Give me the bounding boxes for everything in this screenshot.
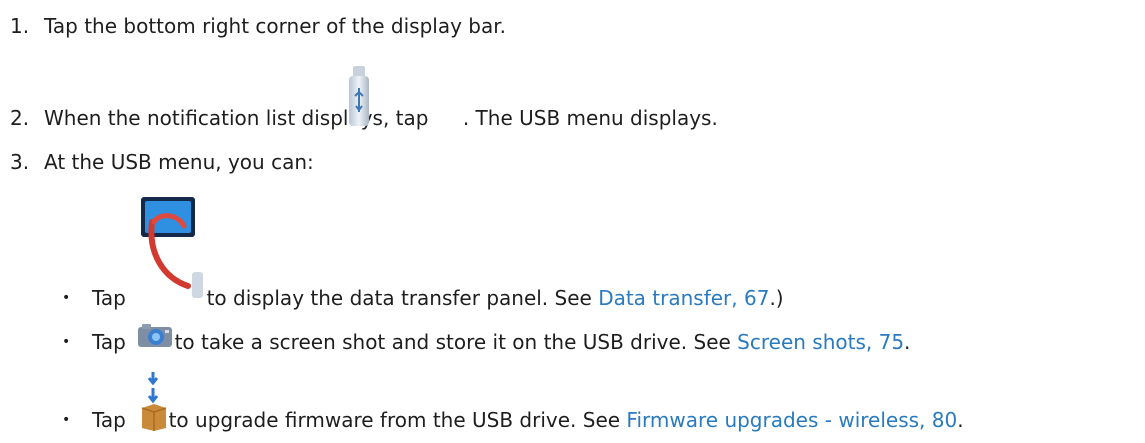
step-number: 2. [10, 106, 30, 130]
step-text-after: . The USB menu displays. [462, 106, 718, 130]
step-text: At the USB menu, you can: [44, 150, 314, 174]
bullet-text-before: Tap [92, 408, 133, 432]
bullet-text-before: Tap [92, 330, 133, 354]
step-3: 3. At the USB menu, you can: [10, 150, 314, 174]
bullet-mark: • [62, 334, 71, 350]
step-1: 1. Tap the bottom right corner of the di… [10, 14, 506, 38]
bullet-text-before: Tap [92, 286, 133, 310]
bullet-text-after: . [904, 330, 911, 354]
link-firmware-upgrades[interactable]: Firmware upgrades - wireless, 80 [626, 408, 957, 432]
step-number: 1. [10, 14, 30, 38]
bullet-text-mid: to upgrade firmware from the USB drive. … [162, 408, 627, 432]
bullet-3: • Tap to upgrade firmware from the USB d… [62, 408, 964, 432]
step-text-before: When the notification list displays, tap [44, 106, 435, 130]
bullet-2: • Tap to take a screen shot and store it… [62, 330, 910, 354]
step-number: 3. [10, 150, 30, 174]
bullet-text-after: . [957, 408, 964, 432]
link-data-transfer[interactable]: Data transfer, 67 [598, 286, 769, 310]
data-transfer-icon [141, 197, 203, 298]
firmware-upgrade-box-icon [141, 372, 167, 431]
camera-icon [138, 324, 172, 347]
bullet-text-mid: to take a screen shot and store it on th… [168, 330, 738, 354]
usb-drive-icon [349, 66, 369, 126]
link-screen-shots[interactable]: Screen shots, 75 [737, 330, 904, 354]
bullet-mark: • [62, 290, 71, 306]
bullet-text-after: .) [769, 286, 784, 310]
bullet-mark: • [62, 412, 71, 428]
bullet-text-mid: to display the data transfer panel. See [200, 286, 599, 310]
step-text: Tap the bottom right corner of the displ… [44, 14, 506, 38]
